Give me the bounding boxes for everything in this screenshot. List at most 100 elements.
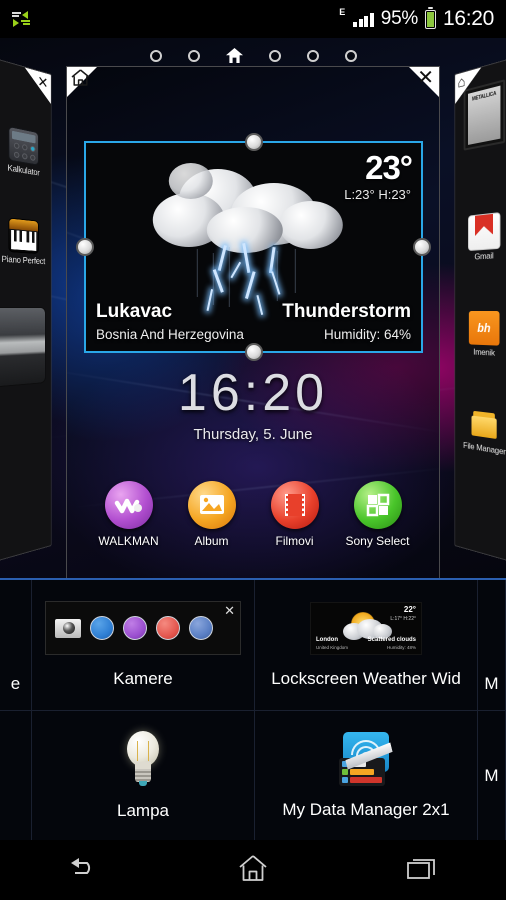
dock-item-sony-select[interactable]: Sony Select (340, 481, 416, 548)
piano-icon (8, 217, 39, 255)
weather-temperature: 23° (365, 149, 413, 186)
page-dot-home-icon[interactable] (225, 48, 243, 63)
page-indicator[interactable] (0, 48, 506, 63)
film-icon (270, 481, 319, 529)
file-manager-icon (469, 405, 500, 443)
gmail-icon (468, 213, 500, 251)
close-icon[interactable]: ✕ (417, 68, 434, 88)
dock-item-walkman[interactable]: WALKMAN (91, 481, 167, 548)
data-transfer-icon (12, 10, 30, 28)
status-bar-right: E 95% 16:20 (339, 6, 506, 31)
navigation-bar[interactable] (0, 840, 506, 900)
data-manager-icon (339, 732, 393, 786)
widget-picker-label: Lockscreen Weather Wid (271, 668, 461, 688)
music-player-widget[interactable] (0, 306, 46, 388)
preview-temperature: 22° (403, 604, 416, 614)
preview-high-low: L:17° H:22° (390, 615, 416, 622)
weather-condition: Thunderstorm (282, 301, 411, 322)
peek-item-gmail[interactable]: Gmail (455, 212, 506, 263)
left-peek-panel[interactable]: ✕ Kalkulator Piano Perfect (0, 57, 52, 563)
calculator-icon (8, 125, 39, 166)
peek-item-imenik[interactable]: bh Imenik (455, 310, 506, 359)
preview-city: London (316, 636, 338, 643)
widget-picker-item-partial-right-2[interactable]: M (478, 711, 506, 842)
widget-picker-label: e (10, 674, 21, 693)
home-icon[interactable]: ⌂ (458, 73, 466, 92)
preview-humidity: Humidity: 48% (386, 644, 416, 650)
peek-item-label: Gmail (474, 250, 494, 262)
album-icon (187, 481, 236, 529)
page-dot-1[interactable] (149, 49, 162, 62)
widget-picker-item-lockscreen-weather[interactable]: 22° L:17° H:22° London United Kingdom Sc… (255, 580, 478, 711)
weather-widget-content: 23° L:23° H:23° Lukavac Bosnia And Herze… (86, 143, 421, 351)
network-type-label: E (339, 7, 346, 17)
peek-item-label: Imenik (473, 346, 495, 358)
page-dot-5[interactable] (306, 49, 319, 62)
weather-city: Lukavac (96, 301, 173, 322)
page-dot-6[interactable] (344, 49, 357, 62)
widget-picker-label: Lampa (117, 801, 169, 820)
color-dot (90, 616, 114, 640)
dock-item-label: Sony Select (345, 534, 410, 548)
widget-picker-grid: e ✕ Kamere 22° L:17° H:22° London United… (0, 580, 506, 842)
battery-icon (424, 6, 436, 29)
page-dot-2[interactable] (187, 49, 200, 62)
clock-time: 16:20 (177, 364, 329, 422)
peek-item-file-manager[interactable]: File Manager (455, 404, 506, 458)
widget-picker-item-kamere[interactable]: ✕ Kamere (32, 580, 255, 711)
right-peek-panel[interactable]: ⌂ Gmail bh Imenik File Manager (454, 57, 506, 563)
home-icon[interactable] (71, 69, 90, 91)
close-icon[interactable]: ✕ (224, 603, 235, 619)
color-dot (123, 616, 147, 640)
dock-item-filmovi[interactable]: Filmovi (257, 481, 333, 548)
dock-item-label: Filmovi (275, 534, 314, 548)
widget-picker-item-partial-left-2[interactable] (0, 711, 32, 842)
color-dot (156, 616, 180, 640)
contacts-icon: bh (468, 310, 500, 346)
widget-picker-item-lampa[interactable]: Lampa (32, 711, 255, 842)
widget-picker[interactable]: e ✕ Kamere 22° L:17° H:22° London United… (0, 578, 506, 842)
home-screen[interactable]: ✕ Kalkulator Piano Perfect ⌂ METALLICA G… (0, 38, 506, 578)
camera-widget-preview: ✕ (45, 601, 241, 655)
resize-handle-right[interactable] (413, 238, 431, 256)
resize-handle-top[interactable] (244, 133, 263, 151)
status-bar-clock: 16:20 (442, 7, 494, 30)
home-button[interactable] (208, 847, 298, 893)
preview-country: United Kingdom (316, 644, 349, 650)
resize-handle-bottom[interactable] (244, 343, 263, 361)
widget-picker-label: My Data Manager 2x1 (282, 800, 450, 819)
back-icon (67, 856, 101, 885)
widget-picker-label: M (484, 674, 499, 693)
contacts-icon-glyph: bh (477, 320, 491, 336)
recent-apps-button[interactable] (377, 847, 467, 893)
peek-item-piano-perfect[interactable]: Piano Perfect (0, 216, 52, 267)
lightbulb-icon (120, 731, 166, 787)
widget-picker-item-partial-left[interactable]: e (0, 580, 32, 711)
widget-picker-label: Kamere (113, 669, 173, 688)
status-bar[interactable]: E 95% 16:20 (0, 0, 506, 38)
peek-item-label: Piano Perfect (1, 253, 46, 267)
page-dot-4[interactable] (268, 49, 281, 62)
dock-item-label: WALKMAN (98, 534, 159, 548)
widget-picker-label: M (484, 766, 499, 785)
close-icon[interactable]: ✕ (38, 72, 49, 93)
lockscreen-weather-preview: 22° L:17° H:22° London United Kingdom Sc… (310, 601, 422, 655)
clock-widget[interactable]: 16:20 Thursday, 5. June (67, 367, 439, 443)
weather-widget[interactable]: 23° L:23° H:23° Lukavac Bosnia And Herze… (76, 133, 431, 361)
status-bar-left (0, 10, 30, 28)
preview-condition: Scattered clouds (367, 636, 416, 643)
back-button[interactable] (39, 847, 129, 893)
peek-item-kalkulator[interactable]: Kalkulator (0, 123, 52, 180)
weather-humidity: Humidity: 64% (323, 327, 411, 342)
widget-picker-item-my-data-manager[interactable]: My Data Manager 2x1 (255, 711, 478, 842)
home-icon (238, 854, 268, 887)
walkman-icon (104, 481, 153, 529)
weather-high-low: L:23° H:23° (344, 187, 411, 202)
widget-picker-item-partial-right-1[interactable]: M (478, 580, 506, 711)
clock-date: Thursday, 5. June (193, 426, 313, 443)
sony-select-icon (353, 481, 402, 529)
weather-country: Bosnia And Herzegovina (96, 327, 244, 342)
home-panel[interactable]: ✕ 23° L:23° H:23° Lukavac Bosnia And Her… (66, 66, 440, 578)
resize-handle-left[interactable] (76, 238, 94, 256)
dock-item-album[interactable]: Album (174, 481, 250, 548)
